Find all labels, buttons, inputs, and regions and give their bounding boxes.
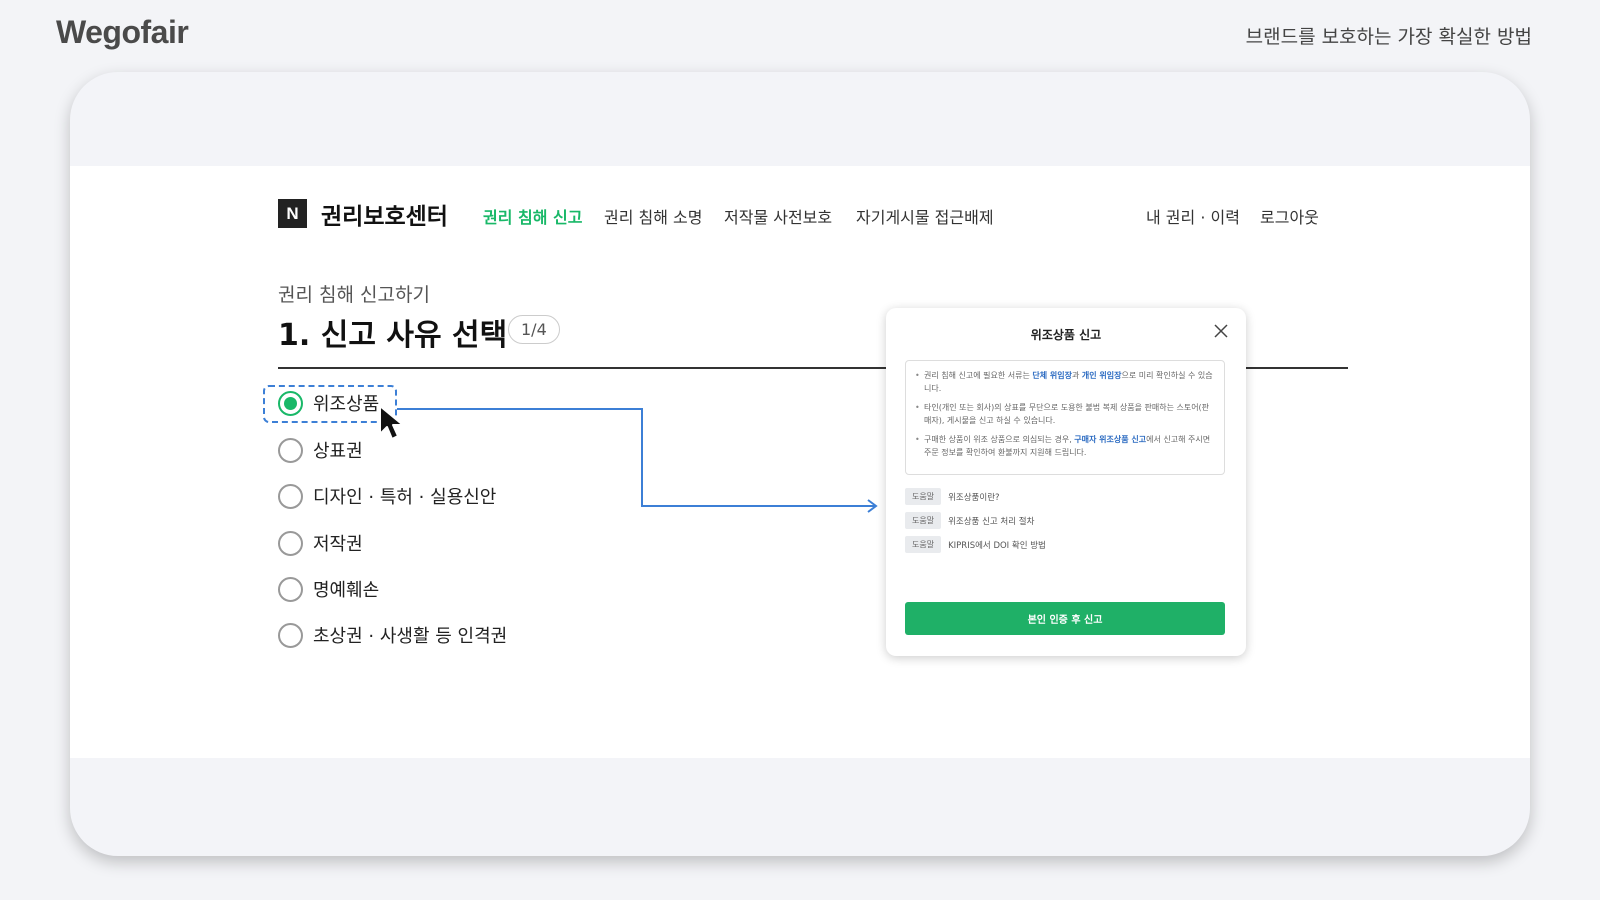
link-individual-proxy[interactable]: 개인 위임장 [1082, 371, 1122, 380]
info-item: 타인(개인 또는 회사)의 상표를 무단으로 도용한 불법 복제 상품을 판매하… [915, 401, 1214, 427]
link-buyer-counterfeit-report[interactable]: 구매자 위조상품 신고 [1074, 435, 1146, 444]
screenshot-frame: N 권리보호센터 권리 침해 신고 권리 침해 소명 저작물 사전보호 자기게시… [70, 72, 1530, 856]
tagline: 브랜드를 보호하는 가장 확실한 방법 [1245, 26, 1532, 48]
page-canvas: N 권리보호센터 권리 침해 신고 권리 침해 소명 저작물 사전보호 자기게시… [70, 166, 1530, 758]
modal-title: 위조상품 신고 [1030, 328, 1102, 342]
info-box: 권리 침해 신고에 필요한 서류는 단체 위임장과 개인 위임장으로 미리 확인… [905, 360, 1225, 475]
info-item: 권리 침해 신고에 필요한 서류는 단체 위임장과 개인 위임장으로 미리 확인… [915, 369, 1214, 395]
connector-arrow-icon [397, 408, 878, 513]
brand-logo: Wegofair [56, 14, 189, 50]
close-icon[interactable] [1214, 324, 1228, 338]
help-tag: 도움말 [905, 488, 942, 505]
help-tag: 도움말 [905, 512, 942, 529]
help-text: 위조상품이란? [948, 492, 1000, 503]
verify-and-report-button[interactable]: 본인 인증 후 신고 [905, 602, 1225, 635]
help-text: 위조상품 신고 처리 절차 [948, 516, 1035, 527]
help-link-process[interactable]: 도움말 위조상품 신고 처리 절차 [905, 512, 1034, 529]
help-link-what-is-counterfeit[interactable]: 도움말 위조상품이란? [905, 488, 1000, 505]
help-text: KIPRIS에서 DOI 확인 방법 [948, 540, 1046, 551]
info-item: 구매한 상품이 위조 상품으로 의심되는 경우, 구매자 위조상품 신고에서 신… [915, 433, 1214, 459]
help-link-kipris-doi[interactable]: 도움말 KIPRIS에서 DOI 확인 방법 [905, 536, 1046, 553]
counterfeit-report-modal: 위조상품 신고 권리 침해 신고에 필요한 서류는 단체 위임장과 개인 위임장… [886, 308, 1246, 656]
link-group-proxy[interactable]: 단체 위임장 [1032, 371, 1072, 380]
help-tag: 도움말 [905, 536, 942, 553]
mouse-cursor-icon [379, 405, 404, 440]
